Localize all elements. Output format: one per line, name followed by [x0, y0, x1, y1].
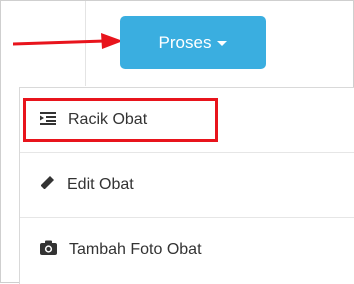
- menu-item-label: Edit Obat: [67, 176, 134, 193]
- pencil-icon: [40, 175, 55, 195]
- annotation-arrow: [13, 33, 123, 49]
- annotation-highlight-box: [23, 98, 218, 142]
- menu-item-edit-obat[interactable]: Edit Obat: [20, 153, 354, 217]
- caret-down-icon: [217, 41, 228, 46]
- menu-item-label: Tambah Foto Obat: [69, 241, 202, 258]
- proses-button-label: Proses: [158, 32, 212, 52]
- camera-icon: [40, 240, 57, 260]
- proses-dropdown-button[interactable]: Proses: [120, 16, 266, 69]
- menu-item-tambah-foto-obat[interactable]: Tambah Foto Obat: [20, 218, 354, 282]
- screenshot-frame: Proses Racik Obat Edit Obat Tambah Foto …: [0, 0, 354, 284]
